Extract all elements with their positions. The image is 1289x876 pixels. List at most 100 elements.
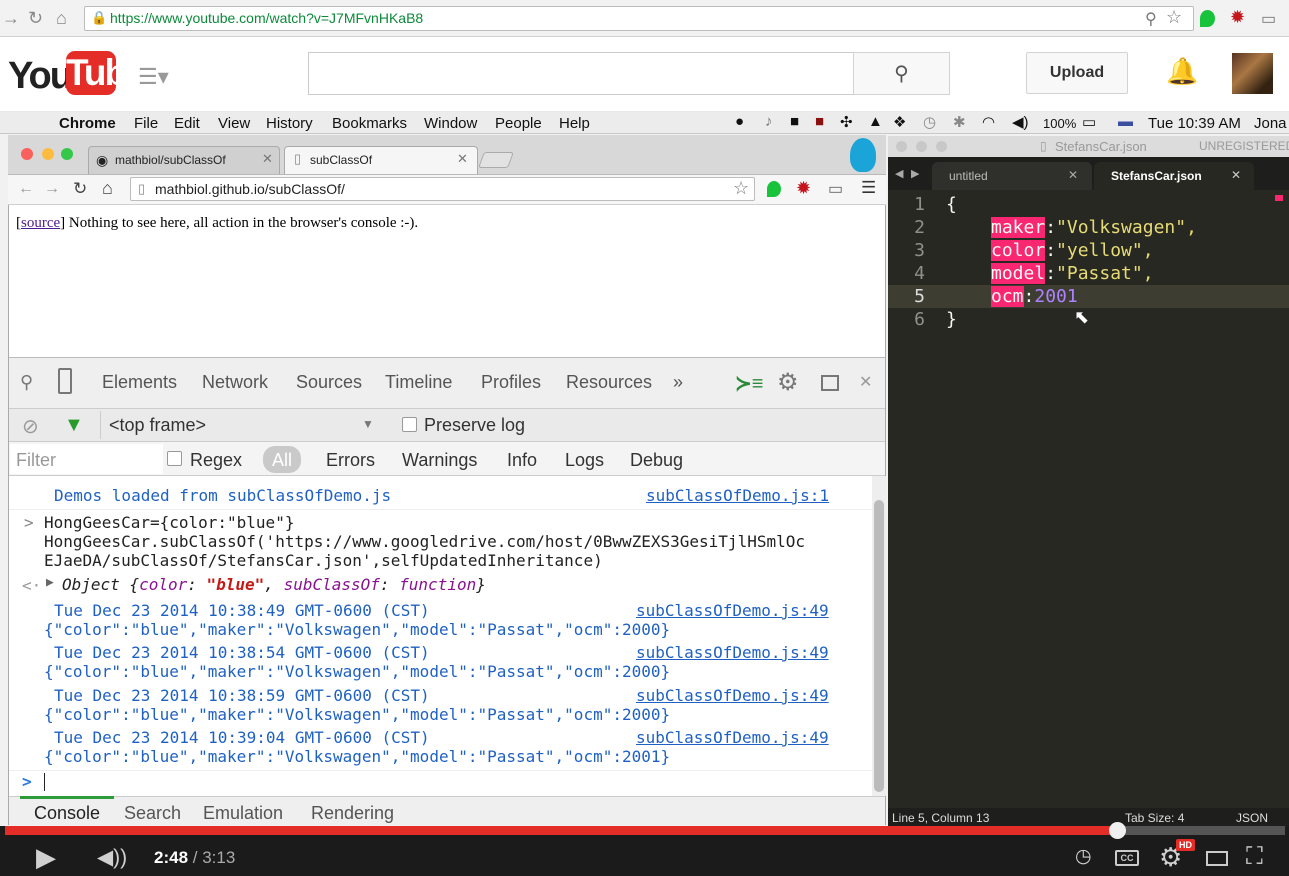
drive-icon[interactable]: ▲ xyxy=(868,113,883,130)
minimize-window-button[interactable] xyxy=(42,148,54,160)
tab-close-icon[interactable]: ✕ xyxy=(262,151,273,167)
tab-nav-right-icon[interactable]: ▶ xyxy=(911,167,919,180)
dropbox-icon[interactable]: ❖ xyxy=(893,113,906,131)
back-icon[interactable]: ← xyxy=(18,180,34,198)
menu-view[interactable]: View xyxy=(218,115,250,132)
gear-icon[interactable]: ⚙ xyxy=(777,368,799,397)
preserve-log-checkbox[interactable] xyxy=(402,417,417,432)
tab-close-icon[interactable]: ✕ xyxy=(1068,168,1078,182)
code-line[interactable]: maker:"Volkswagen", xyxy=(991,217,1197,238)
youtube-logo-you[interactable]: You xyxy=(8,55,73,98)
tab-close-icon[interactable]: ✕ xyxy=(457,151,468,167)
menubar-clock[interactable]: Tue 10:39 AM xyxy=(1148,115,1241,132)
source-link[interactable]: source xyxy=(21,215,60,231)
upload-button[interactable]: Upload xyxy=(1026,52,1128,94)
menubar-bell-icon[interactable]: ♪ xyxy=(765,113,773,130)
menu-people[interactable]: People xyxy=(495,115,542,132)
tab-nav-left-icon[interactable]: ◀ xyxy=(895,167,903,180)
drawer-tab-console[interactable]: Console xyxy=(34,803,100,824)
tab-elements[interactable]: Elements xyxy=(102,372,177,393)
regex-checkbox[interactable] xyxy=(167,451,182,466)
level-logs[interactable]: Logs xyxy=(565,450,604,471)
play-icon[interactable]: ▶ xyxy=(36,842,56,873)
minimize-window-button[interactable] xyxy=(916,141,927,152)
volume-icon[interactable]: ◀) xyxy=(1012,113,1029,131)
level-debug[interactable]: Debug xyxy=(630,450,683,471)
level-all[interactable]: All xyxy=(272,450,292,471)
youtube-logo-tube[interactable]: Tube xyxy=(66,51,146,95)
tab-close-icon[interactable]: ✕ xyxy=(1231,168,1241,182)
extension-red-icon[interactable]: ✹ xyxy=(1230,7,1245,28)
extension-red-icon[interactable]: ✹ xyxy=(796,178,811,199)
dock-icon[interactable] xyxy=(821,375,839,391)
close-devtools-icon[interactable]: ✕ xyxy=(859,372,872,392)
new-tab-button[interactable] xyxy=(478,152,514,168)
zoom-window-button[interactable] xyxy=(936,141,947,152)
record-icon[interactable]: ■ xyxy=(815,113,824,130)
bookmark-star-icon[interactable]: ☆ xyxy=(733,178,749,199)
menu-chrome[interactable]: Chrome xyxy=(59,115,116,132)
tab-resources[interactable]: Resources xyxy=(566,372,652,393)
zoom-icon[interactable]: ⚲ xyxy=(1145,9,1157,29)
forward-icon[interactable]: → xyxy=(44,180,60,198)
close-window-button[interactable] xyxy=(896,141,907,152)
expand-triangle-icon[interactable]: ▶ xyxy=(46,575,54,590)
level-warnings[interactable]: Warnings xyxy=(402,450,477,471)
bluetooth-icon[interactable]: ✱ xyxy=(953,113,966,131)
time-machine-icon[interactable]: ◷ xyxy=(923,113,936,131)
code-line[interactable]: ocm:2001 xyxy=(991,286,1078,307)
console-source-link[interactable]: subClassOfDemo.js:1 xyxy=(646,486,829,505)
console-scrollbar-thumb[interactable] xyxy=(874,500,884,792)
drawer-tab-rendering[interactable]: Rendering xyxy=(311,803,394,824)
more-tabs-icon[interactable]: » xyxy=(673,372,683,393)
theater-mode-icon[interactable] xyxy=(1206,851,1228,866)
close-window-button[interactable] xyxy=(21,148,33,160)
console-source-link[interactable]: subClassOfDemo.js:49 xyxy=(636,728,829,747)
guide-menu-icon[interactable]: ☰▾ xyxy=(138,64,169,90)
status-tab-size[interactable]: Tab Size: 4 xyxy=(1125,811,1184,825)
menu-file[interactable]: File xyxy=(134,115,158,132)
drawer-console-icon[interactable]: ≻≡ xyxy=(735,371,763,396)
console-prompt-caret[interactable] xyxy=(44,773,45,791)
home-icon[interactable]: ⌂ xyxy=(102,178,113,199)
inspect-icon[interactable]: ⚲ xyxy=(20,372,33,393)
zoom-window-button[interactable] xyxy=(61,148,73,160)
evernote-icon[interactable]: ■ xyxy=(790,113,799,130)
tab-profiles[interactable]: Profiles xyxy=(481,372,541,393)
tab-sources[interactable]: Sources xyxy=(296,372,362,393)
profile-icon[interactable] xyxy=(850,138,876,172)
cast-icon[interactable]: ▭ xyxy=(828,179,843,199)
code-line[interactable]: { xyxy=(946,194,957,215)
menu-help[interactable]: Help xyxy=(559,115,590,132)
device-mode-icon[interactable] xyxy=(58,368,72,394)
level-info[interactable]: Info xyxy=(507,450,537,471)
notifications-bell-icon[interactable]: 🔔 xyxy=(1166,56,1198,87)
console-source-link[interactable]: subClassOfDemo.js:49 xyxy=(636,643,829,662)
console-source-link[interactable]: subClassOfDemo.js:49 xyxy=(636,601,829,620)
menu-window[interactable]: Window xyxy=(424,115,477,132)
youtube-search-input[interactable] xyxy=(308,52,854,95)
forward-icon[interactable]: → xyxy=(2,8,20,29)
code-line[interactable]: model:"Passat", xyxy=(991,263,1154,284)
search-icon[interactable]: ⚲ xyxy=(853,52,950,95)
tab-timeline[interactable]: Timeline xyxy=(385,372,452,393)
wifi-icon[interactable]: ◠ xyxy=(982,113,995,131)
filter-icon[interactable]: ▼ xyxy=(64,414,84,437)
captions-icon[interactable]: CC xyxy=(1115,850,1139,866)
progress-scrubber[interactable] xyxy=(1109,822,1126,839)
menubar-user[interactable]: Jona xyxy=(1254,115,1287,132)
avatar[interactable] xyxy=(1232,53,1273,94)
drawer-tab-emulation[interactable]: Emulation xyxy=(203,803,283,824)
home-icon[interactable]: ⌂ xyxy=(56,8,67,29)
menu-bookmarks[interactable]: Bookmarks xyxy=(332,115,407,132)
console-result[interactable]: Object {color: "blue", subClassOf: funct… xyxy=(62,575,486,594)
clear-console-icon[interactable]: ⊘ xyxy=(22,414,39,439)
bookmark-star-icon[interactable]: ☆ xyxy=(1166,7,1182,28)
cast-icon[interactable]: ▭ xyxy=(1261,9,1276,29)
battery-icon[interactable]: ▭ xyxy=(1082,113,1096,131)
volume-icon[interactable]: ◀)) xyxy=(97,845,127,870)
chrome-menu-icon[interactable]: ☰ xyxy=(861,178,876,198)
pinwheel-icon[interactable]: ✣ xyxy=(840,113,853,131)
watch-later-icon[interactable]: ◷ xyxy=(1075,845,1092,868)
console-source-link[interactable]: subClassOfDemo.js:49 xyxy=(636,686,829,705)
